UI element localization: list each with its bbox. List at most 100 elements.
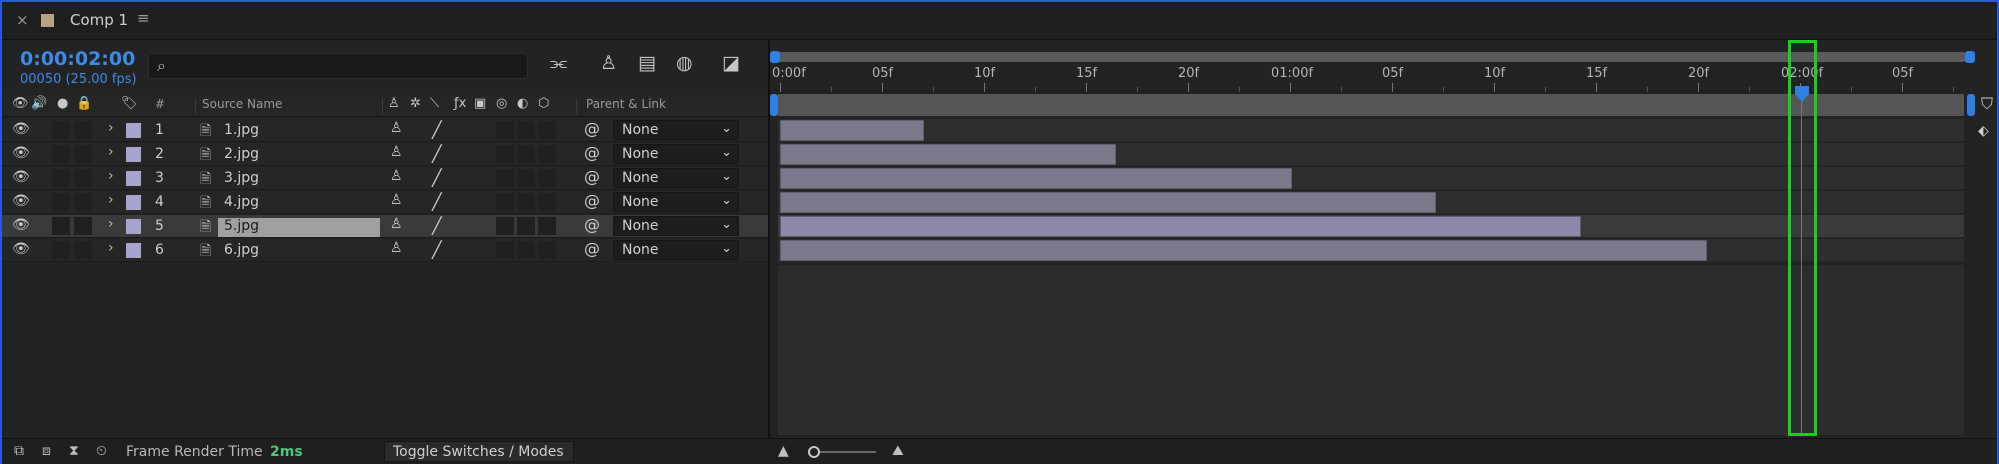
work-area-bar[interactable]	[778, 94, 1964, 116]
3d-toggle[interactable]	[538, 121, 556, 139]
label-column-icon[interactable]: 🏷	[121, 96, 138, 111]
time-navigator-start-handle[interactable]	[770, 51, 780, 63]
zoom-in-icon[interactable]: ⛰	[892, 443, 904, 459]
layer-name[interactable]: 1.jpg	[218, 122, 380, 141]
layer-switches-toggle-icon[interactable]: ⧉	[14, 443, 24, 459]
solo-toggle[interactable]	[52, 169, 70, 187]
quality-switch-icon[interactable]: ╱	[432, 168, 442, 187]
parent-pick-whip-icon[interactable]: @	[584, 215, 600, 234]
layer-row[interactable]: 👁 › 3 🗎 3.jpg ♙ ╱ @ None ⌄	[2, 167, 768, 190]
adjustment-toggle[interactable]	[517, 145, 535, 163]
parent-dropdown[interactable]: None ⌄	[613, 120, 739, 140]
shy-switch-icon[interactable]: ♙	[388, 96, 400, 111]
shy-switch-icon[interactable]: ♙	[390, 240, 403, 256]
solo-toggle[interactable]	[52, 145, 70, 163]
lock-toggle[interactable]	[74, 121, 92, 139]
motion-blur-toggle[interactable]	[496, 169, 514, 187]
time-navigator-end-handle[interactable]	[1965, 51, 1975, 63]
layer-label-color[interactable]	[126, 147, 141, 162]
parent-dropdown[interactable]: None ⌄	[613, 192, 739, 212]
layer-label-color[interactable]	[126, 195, 141, 210]
shy-switch-icon[interactable]: ♙	[390, 192, 403, 208]
audio-column-icon[interactable]: 🔊	[31, 96, 47, 111]
layer-row[interactable]: 👁 › 2 🗎 2.jpg ♙ ╱ @ None ⌄	[2, 143, 768, 166]
parent-dropdown[interactable]: None ⌄	[613, 144, 739, 164]
chevron-right-icon[interactable]: ›	[108, 168, 114, 184]
layer-row[interactable]: 👁 › 4 🗎 4.jpg ♙ ╱ @ None ⌄	[2, 191, 768, 214]
motion-blur-switch-icon[interactable]: ◎	[496, 96, 507, 111]
effects-switch-icon[interactable]: ƒx	[454, 96, 466, 111]
adjustment-toggle[interactable]	[517, 193, 535, 211]
render-time-toggle-icon[interactable]: ⏲	[96, 443, 107, 459]
layer-row-selected[interactable]: 👁 › 5 🗎 5.jpg ♙ ╱ @ None ⌄	[2, 215, 768, 238]
3d-toggle[interactable]	[538, 169, 556, 187]
work-area-end-handle[interactable]	[1967, 94, 1975, 116]
layer-label-color[interactable]	[126, 123, 141, 138]
visibility-eye-icon[interactable]: 👁	[12, 193, 30, 209]
shy-switch-icon[interactable]: ♙	[390, 120, 403, 136]
lock-toggle[interactable]	[74, 169, 92, 187]
shy-switch-icon[interactable]: ♙	[390, 168, 403, 184]
graph-editor-icon[interactable]: ◪	[722, 52, 740, 74]
hide-shy-layers-icon[interactable]: ▤	[638, 52, 656, 74]
3d-toggle[interactable]	[538, 217, 556, 235]
3d-layer-switch-icon[interactable]: ⬡	[538, 96, 549, 111]
modes-toggle-icon[interactable]: ⧈	[42, 443, 51, 459]
layer-search-field[interactable]: ⌕	[148, 53, 528, 79]
layer-duration-bar[interactable]	[780, 216, 1581, 237]
layer-duration-bar[interactable]	[780, 120, 924, 141]
tab-title[interactable]: Comp 1	[70, 11, 128, 29]
visibility-eye-icon[interactable]: 👁	[12, 241, 30, 257]
visibility-eye-icon[interactable]: 👁	[12, 169, 30, 185]
shy-switch-icon[interactable]: ♙	[390, 216, 403, 232]
current-time-display[interactable]: 0:00:02:00	[20, 48, 135, 70]
lock-toggle[interactable]	[74, 193, 92, 211]
shy-switch-icon[interactable]: ♙	[390, 144, 403, 160]
lock-toggle[interactable]	[74, 217, 92, 235]
layer-name[interactable]: 5.jpg	[218, 218, 380, 237]
parent-dropdown[interactable]: None ⌄	[613, 168, 739, 188]
comp-marker-bin-icon[interactable]: ⛉	[1981, 94, 1993, 114]
parent-dropdown[interactable]: None ⌄	[613, 216, 739, 236]
quality-switch-icon[interactable]: ╱	[432, 144, 442, 163]
parent-pick-whip-icon[interactable]: @	[584, 239, 600, 258]
layer-number-header[interactable]: #	[155, 97, 165, 111]
visibility-eye-icon[interactable]: 👁	[12, 145, 30, 161]
layer-row[interactable]: 👁 › 6 🗎 6.jpg ♙ ╱ @ None ⌄	[2, 239, 768, 262]
lock-toggle[interactable]	[74, 241, 92, 259]
adjustment-toggle[interactable]	[517, 217, 535, 235]
3d-toggle[interactable]	[538, 193, 556, 211]
parent-link-header[interactable]: Parent & Link	[586, 97, 666, 111]
motion-blur-toggle[interactable]	[496, 217, 514, 235]
layer-label-color[interactable]	[126, 243, 141, 258]
layer-name[interactable]: 6.jpg	[218, 242, 380, 261]
motion-blur-toggle[interactable]	[496, 121, 514, 139]
quality-switch-icon[interactable]: ⟍	[430, 96, 439, 111]
parent-dropdown[interactable]: None ⌄	[613, 240, 739, 260]
comp-button-icon[interactable]: ⬖	[1978, 123, 1989, 139]
layer-duration-bar[interactable]	[780, 240, 1707, 261]
parent-pick-whip-icon[interactable]: @	[584, 167, 600, 186]
motion-blur-toggle[interactable]	[496, 145, 514, 163]
layer-duration-bar[interactable]	[780, 144, 1116, 165]
chevron-right-icon[interactable]: ›	[108, 144, 114, 160]
panel-menu-icon[interactable]: ≡	[137, 9, 150, 27]
zoom-slider-handle[interactable]	[808, 446, 820, 458]
3d-toggle[interactable]	[538, 241, 556, 259]
parent-pick-whip-icon[interactable]: @	[584, 119, 600, 138]
lock-toggle[interactable]	[74, 145, 92, 163]
adjustment-toggle[interactable]	[517, 121, 535, 139]
quality-switch-icon[interactable]: ╱	[432, 192, 442, 211]
chevron-right-icon[interactable]: ›	[108, 192, 114, 208]
chevron-right-icon[interactable]: ›	[108, 240, 114, 256]
layer-duration-bar[interactable]	[780, 168, 1292, 189]
parent-pick-whip-icon[interactable]: @	[584, 191, 600, 210]
layer-label-color[interactable]	[126, 171, 141, 186]
solo-toggle[interactable]	[52, 217, 70, 235]
visibility-eye-icon[interactable]: 👁	[12, 217, 30, 233]
lock-column-icon[interactable]: 🔒	[76, 96, 92, 111]
visibility-eye-icon[interactable]: 👁	[12, 121, 30, 137]
layer-name[interactable]: 4.jpg	[218, 194, 380, 213]
layer-row[interactable]: 👁 › 1 🗎 1.jpg ♙ ╱ @ None ⌄	[2, 119, 768, 142]
adjustment-layer-switch-icon[interactable]: ◐	[517, 96, 528, 111]
